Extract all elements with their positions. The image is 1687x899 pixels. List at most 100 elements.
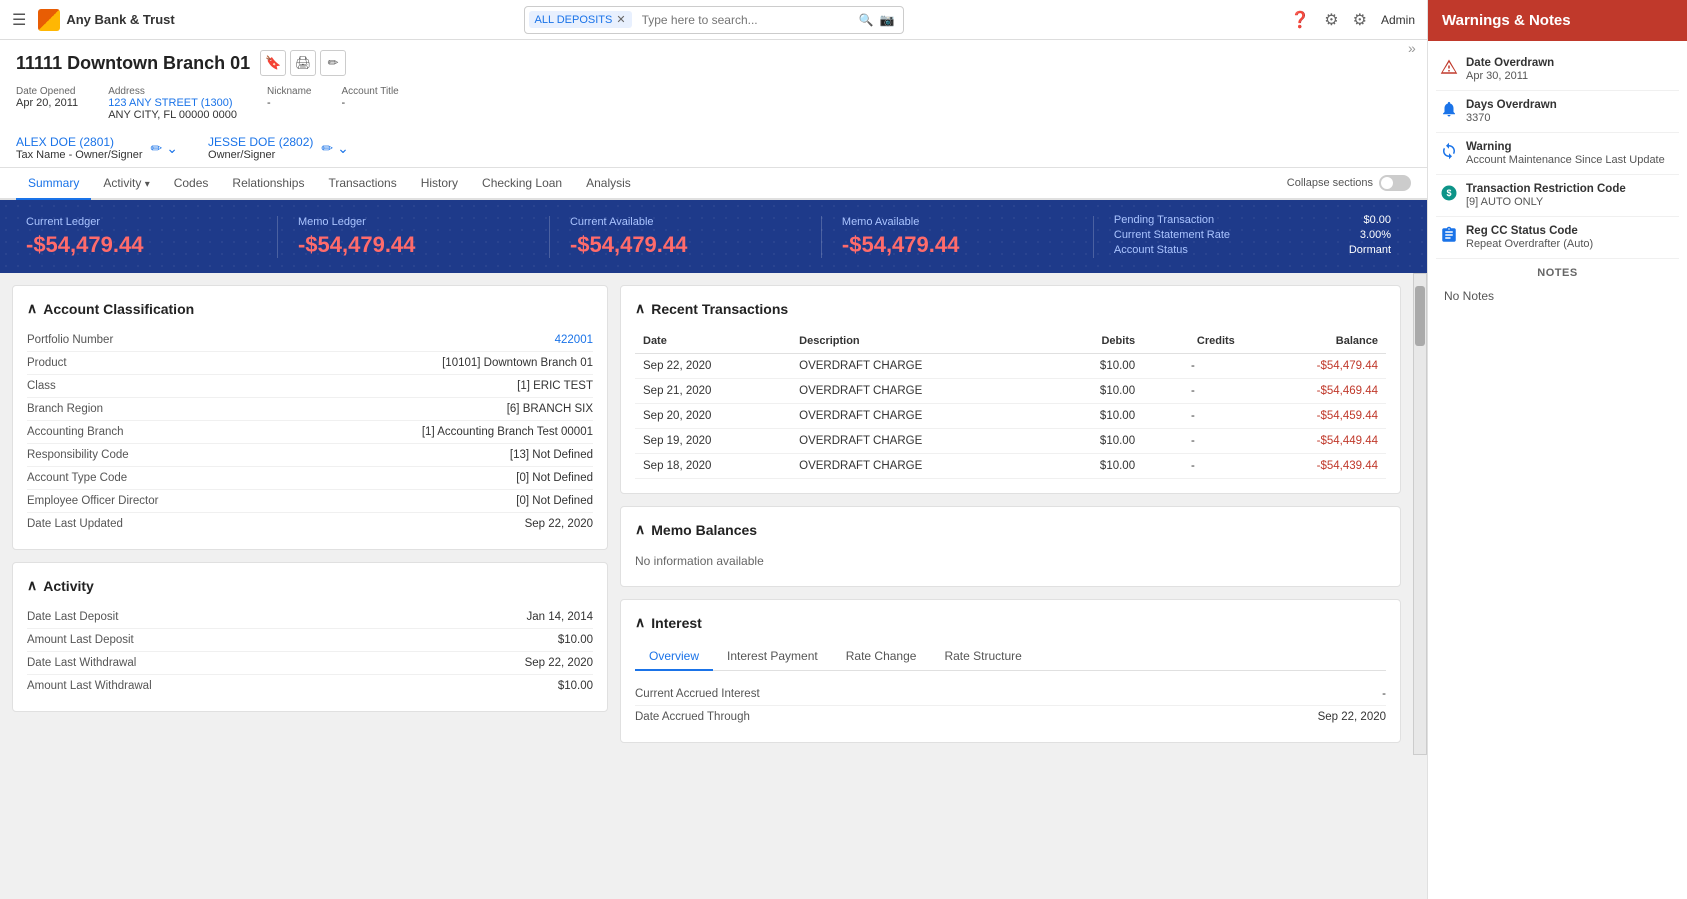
warning-info: Date Overdrawn Apr 30, 2011 — [1466, 57, 1554, 82]
gear-icon[interactable]: ⚙ — [1353, 10, 1367, 30]
interest-tab-rate-change[interactable]: Rate Change — [832, 643, 931, 671]
balance-extra-rate: Current Statement Rate 3.00% — [1114, 229, 1391, 241]
tab-checking-loan[interactable]: Checking Loan — [470, 168, 574, 200]
balance-extra-pending-label: Pending Transaction — [1114, 214, 1214, 226]
balance-extra-status-value: Dormant — [1349, 244, 1391, 256]
interest-tabs: Overview Interest Payment Rate Change Ra… — [635, 643, 1386, 671]
account-classification-chevron: ∧ — [27, 300, 37, 317]
search-input[interactable] — [636, 13, 859, 27]
settings-icon[interactable]: ⚙ — [1324, 10, 1338, 30]
signer-1-icons: ✏ ⌄ — [151, 140, 178, 157]
field-date-accrued-through: Date Accrued Through Sep 22, 2020 — [635, 706, 1386, 728]
signer-2-edit-icon[interactable]: ✏ — [321, 140, 333, 157]
balance-extra-rate-value: 3.00% — [1360, 229, 1391, 241]
table-row: Sep 22, 2020 OVERDRAFT CHARGE $10.00 - -… — [635, 354, 1386, 379]
notes-section: NOTES No Notes — [1436, 259, 1679, 315]
warning-icon — [1440, 142, 1458, 165]
col-balance: Balance — [1243, 329, 1386, 354]
interest-tab-rate-structure[interactable]: Rate Structure — [930, 643, 1035, 671]
tab-transactions[interactable]: Transactions — [316, 168, 408, 200]
signer-1-name[interactable]: ALEX DOE (2801) — [16, 135, 143, 149]
edit-button[interactable]: ✏ — [320, 50, 346, 76]
activity-card: ∧ Activity Date Last Deposit Jan 14, 201… — [12, 562, 608, 712]
right-panel: ∧ Recent Transactions Date Description D… — [620, 273, 1413, 755]
warning-value: Account Maintenance Since Last Update — [1466, 154, 1665, 166]
balance-current-available: Current Available -$54,479.44 — [550, 216, 822, 258]
balance-extra-status: Account Status Dormant — [1114, 244, 1391, 256]
balance-memo-ledger-value: -$54,479.44 — [298, 232, 529, 258]
signers: ALEX DOE (2801) Tax Name - Owner/Signer … — [16, 129, 1411, 167]
camera-icon[interactable]: 📷 — [880, 13, 895, 27]
tab-analysis[interactable]: Analysis — [574, 168, 643, 200]
account-title-row: 11111 Downtown Branch 01 🔖 🖨 ✏ — [16, 50, 1411, 76]
signer-2-name[interactable]: JESSE DOE (2802) — [208, 135, 313, 149]
cell-balance: -$54,469.44 — [1243, 379, 1386, 404]
collapse-switch[interactable] — [1379, 175, 1411, 191]
tab-relationships[interactable]: Relationships — [220, 168, 316, 200]
warning-item: Days Overdrawn 3370 — [1436, 91, 1679, 133]
cell-date: Sep 18, 2020 — [635, 454, 791, 479]
cell-credits: - — [1143, 429, 1243, 454]
cell-description: OVERDRAFT CHARGE — [791, 404, 1048, 429]
bookmark-button[interactable]: 🔖 — [260, 50, 286, 76]
signer-1-expand-icon[interactable]: ⌄ — [166, 140, 178, 157]
table-row: Sep 21, 2020 OVERDRAFT CHARGE $10.00 - -… — [635, 379, 1386, 404]
balance-current-ledger-value: -$54,479.44 — [26, 232, 257, 258]
meta-account-title: Account Title - — [341, 86, 398, 121]
search-tag[interactable]: ALL DEPOSITS ✕ — [529, 11, 632, 28]
tab-codes[interactable]: Codes — [162, 168, 221, 200]
cell-debits: $10.00 — [1048, 429, 1143, 454]
account-action-icons: 🔖 🖨 ✏ — [260, 50, 346, 76]
address-line1[interactable]: 123 ANY STREET (1300) — [108, 97, 232, 109]
cell-balance: -$54,479.44 — [1243, 354, 1386, 379]
hamburger-menu[interactable]: ☰ — [12, 10, 26, 30]
print-button[interactable]: 🖨 — [290, 50, 316, 76]
tab-history[interactable]: History — [409, 168, 470, 200]
warning-icon — [1440, 226, 1458, 249]
warning-icon: $ — [1440, 184, 1458, 207]
transactions-table: Date Description Debits Credits Balance … — [635, 329, 1386, 479]
field-date-last-withdrawal: Date Last Withdrawal Sep 22, 2020 — [27, 652, 593, 675]
sidebar-expand-arrows[interactable]: » — [1408, 40, 1416, 56]
meta-address: Address 123 ANY STREET (1300) ANY CITY, … — [108, 86, 237, 121]
balance-memo-ledger-label: Memo Ledger — [298, 216, 529, 228]
field-responsibility-code: Responsibility Code [13] Not Defined — [27, 444, 593, 467]
meta-account-title-label: Account Title — [341, 86, 398, 97]
recent-transactions-card: ∧ Recent Transactions Date Description D… — [620, 285, 1401, 494]
tab-summary[interactable]: Summary — [16, 168, 91, 200]
meta-nickname-value: - — [267, 97, 311, 109]
balance-extra-status-label: Account Status — [1114, 244, 1188, 256]
memo-balances-card: ∧ Memo Balances No information available — [620, 506, 1401, 587]
interest-title: ∧ Interest — [635, 614, 1386, 631]
warnings-sidebar: » Warnings & Notes Date Overdrawn Apr 30… — [1427, 0, 1687, 899]
search-icon[interactable]: 🔍 — [859, 13, 874, 27]
recent-transactions-title: ∧ Recent Transactions — [635, 300, 1386, 317]
balance-current-ledger-label: Current Ledger — [26, 216, 257, 228]
search-tag-close[interactable]: ✕ — [616, 13, 625, 26]
cell-debits: $10.00 — [1048, 354, 1143, 379]
help-icon[interactable]: ❓ — [1290, 10, 1310, 30]
signer-1-edit-icon[interactable]: ✏ — [151, 140, 163, 157]
interest-tab-payment[interactable]: Interest Payment — [713, 643, 832, 671]
table-row: Sep 18, 2020 OVERDRAFT CHARGE $10.00 - -… — [635, 454, 1386, 479]
account-classification-card: ∧ Account Classification Portfolio Numbe… — [12, 285, 608, 550]
balance-extra-pending: Pending Transaction $0.00 — [1114, 214, 1391, 226]
cell-debits: $10.00 — [1048, 379, 1143, 404]
cell-credits: - — [1143, 454, 1243, 479]
meta-address-label: Address — [108, 86, 237, 97]
warning-item: $ Transaction Restriction Code [9] AUTO … — [1436, 175, 1679, 217]
tab-activity[interactable]: Activity ▾ — [91, 168, 161, 200]
scrollbar[interactable] — [1413, 273, 1427, 755]
warning-title: Reg CC Status Code — [1466, 225, 1593, 237]
warning-info: Reg CC Status Code Repeat Overdrafter (A… — [1466, 225, 1593, 250]
notes-title: NOTES — [1440, 267, 1675, 279]
scroll-thumb[interactable] — [1415, 286, 1425, 346]
tab-navigation: Summary Activity ▾ Codes Relationships T… — [0, 168, 1427, 200]
cell-description: OVERDRAFT CHARGE — [791, 454, 1048, 479]
field-class: Class [1] ERIC TEST — [27, 375, 593, 398]
signer-2-expand-icon[interactable]: ⌄ — [337, 140, 349, 157]
warning-value: 3370 — [1466, 112, 1557, 124]
warning-title: Date Overdrawn — [1466, 57, 1554, 69]
field-amount-last-withdrawal: Amount Last Withdrawal $10.00 — [27, 675, 593, 697]
interest-tab-overview[interactable]: Overview — [635, 643, 713, 671]
